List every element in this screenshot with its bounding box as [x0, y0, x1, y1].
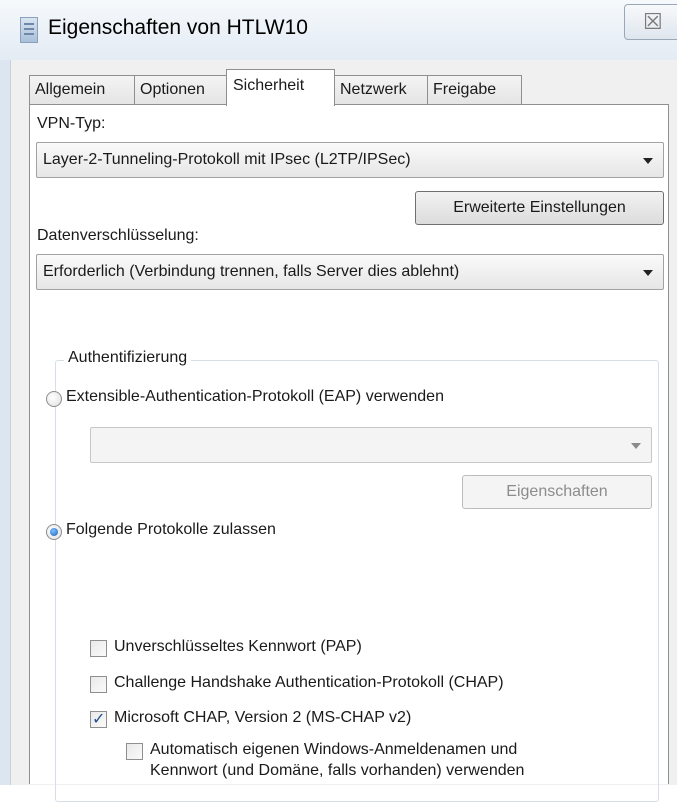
chap-label[interactable]: Challenge Handshake Authentication-Proto…	[114, 674, 504, 692]
document-icon	[20, 17, 38, 43]
mschapv2-label[interactable]: Microsoft CHAP, Version 2 (MS-CHAP v2)	[114, 709, 411, 727]
vpn-type-select[interactable]: Layer-2-Tunneling-Protokoll mit IPsec (L…	[36, 142, 664, 178]
close-button[interactable]: ☒	[624, 4, 677, 40]
auto-login-label-line2[interactable]: Kennwort (und Domäne, falls vorhanden) v…	[150, 762, 524, 780]
eap-method-select	[90, 427, 652, 463]
tab-sicherheit[interactable]: Sicherheit	[226, 69, 335, 106]
mschapv2-checkbox[interactable]	[90, 709, 107, 728]
encryption-label: Datenverschlüsselung:	[37, 227, 199, 244]
security-panel: VPN-Typ: Layer-2-Tunneling-Protokoll mit…	[29, 104, 669, 802]
chevron-down-icon	[631, 443, 641, 449]
encryption-select[interactable]: Erforderlich (Verbindung trennen, falls …	[36, 254, 664, 290]
auto-login-label-line1[interactable]: Automatisch eigenen Windows-Anmeldenamen…	[150, 741, 517, 759]
tab-freigabe[interactable]: Freigabe	[427, 75, 522, 105]
window-title: Eigenschaften von HTLW10	[48, 16, 308, 39]
tab-allgemein[interactable]: Allgemein	[29, 75, 135, 105]
title-bar: Eigenschaften von HTLW10 ☒	[0, 0, 677, 60]
auto-login-checkbox[interactable]	[126, 743, 143, 760]
vpn-type-label: VPN-Typ:	[37, 115, 106, 132]
eap-radio-label[interactable]: Extensible-Authentication-Protokoll (EAP…	[66, 388, 444, 406]
eap-properties-button: Eigenschaften	[462, 475, 652, 509]
encryption-value: Erforderlich (Verbindung trennen, falls …	[43, 263, 460, 280]
vpn-type-value: Layer-2-Tunneling-Protokoll mit IPsec (L…	[43, 151, 411, 168]
advanced-settings-button[interactable]: Erweiterte Einstellungen	[415, 191, 664, 225]
chap-checkbox[interactable]	[90, 676, 107, 693]
pap-checkbox[interactable]	[90, 640, 107, 657]
tab-optionen[interactable]: Optionen	[134, 75, 227, 105]
tab-netzwerk[interactable]: Netzwerk	[334, 75, 428, 105]
eap-radio[interactable]	[46, 391, 62, 407]
allow-protocols-label[interactable]: Folgende Protokolle zulassen	[66, 521, 276, 539]
dialog-body: Allgemein Optionen Sicherheit Netzwerk F…	[10, 60, 677, 802]
window-left-edge	[0, 0, 10, 785]
pap-label[interactable]: Unverschlüsseltes Kennwort (PAP)	[114, 638, 362, 656]
allow-protocols-radio[interactable]	[46, 524, 62, 540]
authentication-group-label: Authentifizierung	[64, 349, 192, 367]
chevron-down-icon	[643, 270, 653, 276]
chevron-down-icon	[643, 158, 653, 164]
